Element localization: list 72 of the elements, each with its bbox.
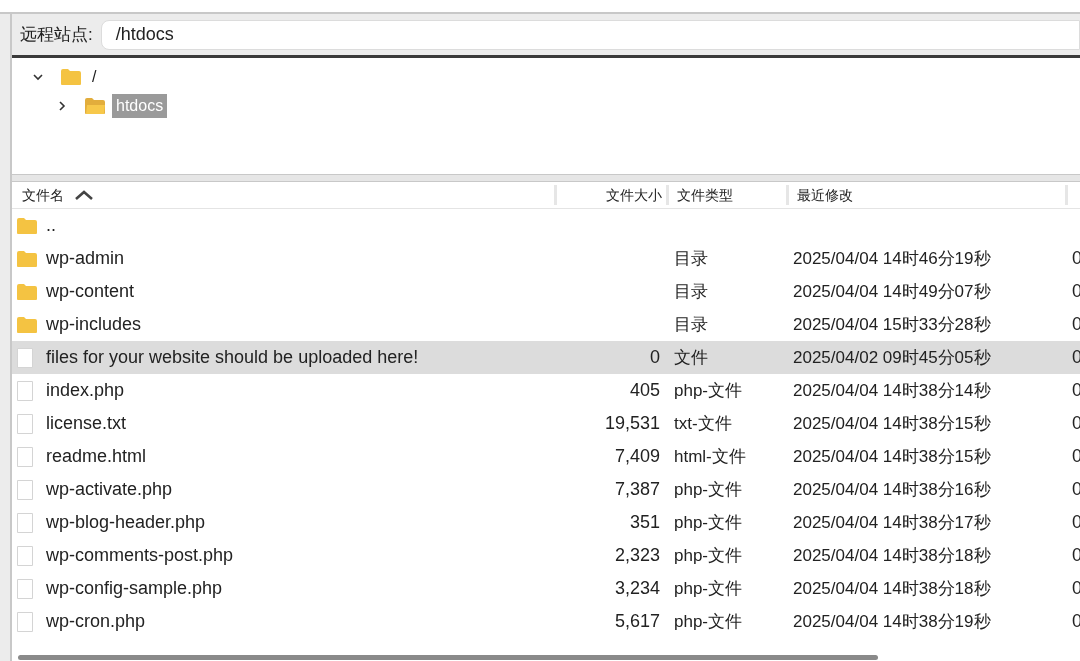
file-type: 目录 <box>674 248 708 268</box>
address-field[interactable]: /htdocs <box>100 19 1080 50</box>
file-type: php-文件 <box>674 512 743 532</box>
column-header[interactable]: 最近修改 <box>797 187 853 203</box>
tree-item[interactable]: / <box>88 64 101 89</box>
file-size: 2,323 <box>614 544 660 567</box>
file-type: 文件 <box>674 347 708 367</box>
modified-date: 2025/04/04 14时38分18秒 <box>793 578 991 598</box>
modified-date: 2025/04/04 14时49分07秒 <box>793 281 991 301</box>
modified-date: 2025/04/04 14时38分18秒 <box>793 545 991 565</box>
modified-date: 2025/04/04 15时33分28秒 <box>793 314 991 334</box>
file-name: wp-content <box>46 281 135 301</box>
folder-icon <box>16 282 38 301</box>
file-name: wp-config-sample.php <box>46 578 223 598</box>
modified-date: 2025/04/04 14时38分15秒 <box>793 413 991 433</box>
modified-date: 2025/04/04 14时38分19秒 <box>793 611 991 631</box>
file-name: wp-cron.php <box>46 611 146 631</box>
file-size: 7,409 <box>614 445 660 468</box>
file-size: 19,531 <box>604 412 660 435</box>
file-name: index.php <box>46 380 125 400</box>
file-icon <box>16 346 34 369</box>
file-size: 5,617 <box>614 610 660 633</box>
file-type: php-文件 <box>674 578 743 598</box>
chevron-right-icon[interactable] <box>56 99 68 112</box>
file-name: license.txt <box>46 413 127 433</box>
modified-date: 2025/04/04 14时38分14秒 <box>793 380 991 400</box>
file-name: wp-activate.php <box>46 479 173 499</box>
sort-ascending-icon[interactable] <box>74 189 94 201</box>
file-icon <box>16 577 34 600</box>
modified-date: 2025/04/04 14时38分16秒 <box>793 479 991 499</box>
file-size: 0 <box>650 346 660 369</box>
file-icon <box>16 544 34 567</box>
file-size: 351 <box>629 511 660 534</box>
file-name: readme.html <box>46 446 147 466</box>
file-type: php-文件 <box>674 479 743 499</box>
modified-date: 2025/04/04 14时38分17秒 <box>793 512 991 532</box>
file-size: 7,387 <box>614 478 660 501</box>
file-row[interactable]: .. <box>12 209 1080 242</box>
column-header[interactable]: 文件大小 <box>606 185 662 205</box>
horizontal-scrollbar[interactable] <box>18 654 878 660</box>
folder-icon <box>16 249 38 268</box>
file-type: txt-文件 <box>674 413 732 433</box>
file-name: .. <box>46 215 56 235</box>
modified-date: 2025/04/02 09时45分05秒 <box>793 347 991 367</box>
file-name: wp-comments-post.php <box>46 545 234 565</box>
file-name: files for your website should be uploaded here! <box>46 347 419 367</box>
folder-icon <box>60 67 82 86</box>
file-icon <box>16 478 34 501</box>
file-type: php-文件 <box>674 545 743 565</box>
folder-icon <box>16 216 38 235</box>
file-type: html-文件 <box>674 446 746 466</box>
modified-date: 2025/04/04 14时46分19秒 <box>793 248 991 268</box>
file-type: php-文件 <box>674 611 743 631</box>
file-icon <box>16 412 34 435</box>
file-type: php-文件 <box>674 380 743 400</box>
file-icon <box>16 511 34 534</box>
column-header[interactable]: 文件类型 <box>677 187 733 203</box>
file-icon <box>16 445 34 468</box>
file-icon <box>16 610 34 633</box>
file-size: 3,234 <box>614 577 660 600</box>
modified-date: 2025/04/04 14时38分15秒 <box>793 446 991 466</box>
file-type: 目录 <box>674 314 708 334</box>
file-name: wp-blog-header.php <box>46 512 206 532</box>
file-name: wp-includes <box>46 314 142 334</box>
folder-icon <box>16 315 38 334</box>
file-icon <box>16 379 34 402</box>
file-type: 目录 <box>674 281 708 301</box>
file-size: 405 <box>629 379 660 402</box>
address-label: 远程站点: <box>20 23 93 46</box>
folder-icon <box>84 96 106 115</box>
file-name: wp-admin <box>46 248 125 268</box>
column-header[interactable]: 文件名 <box>22 184 64 206</box>
